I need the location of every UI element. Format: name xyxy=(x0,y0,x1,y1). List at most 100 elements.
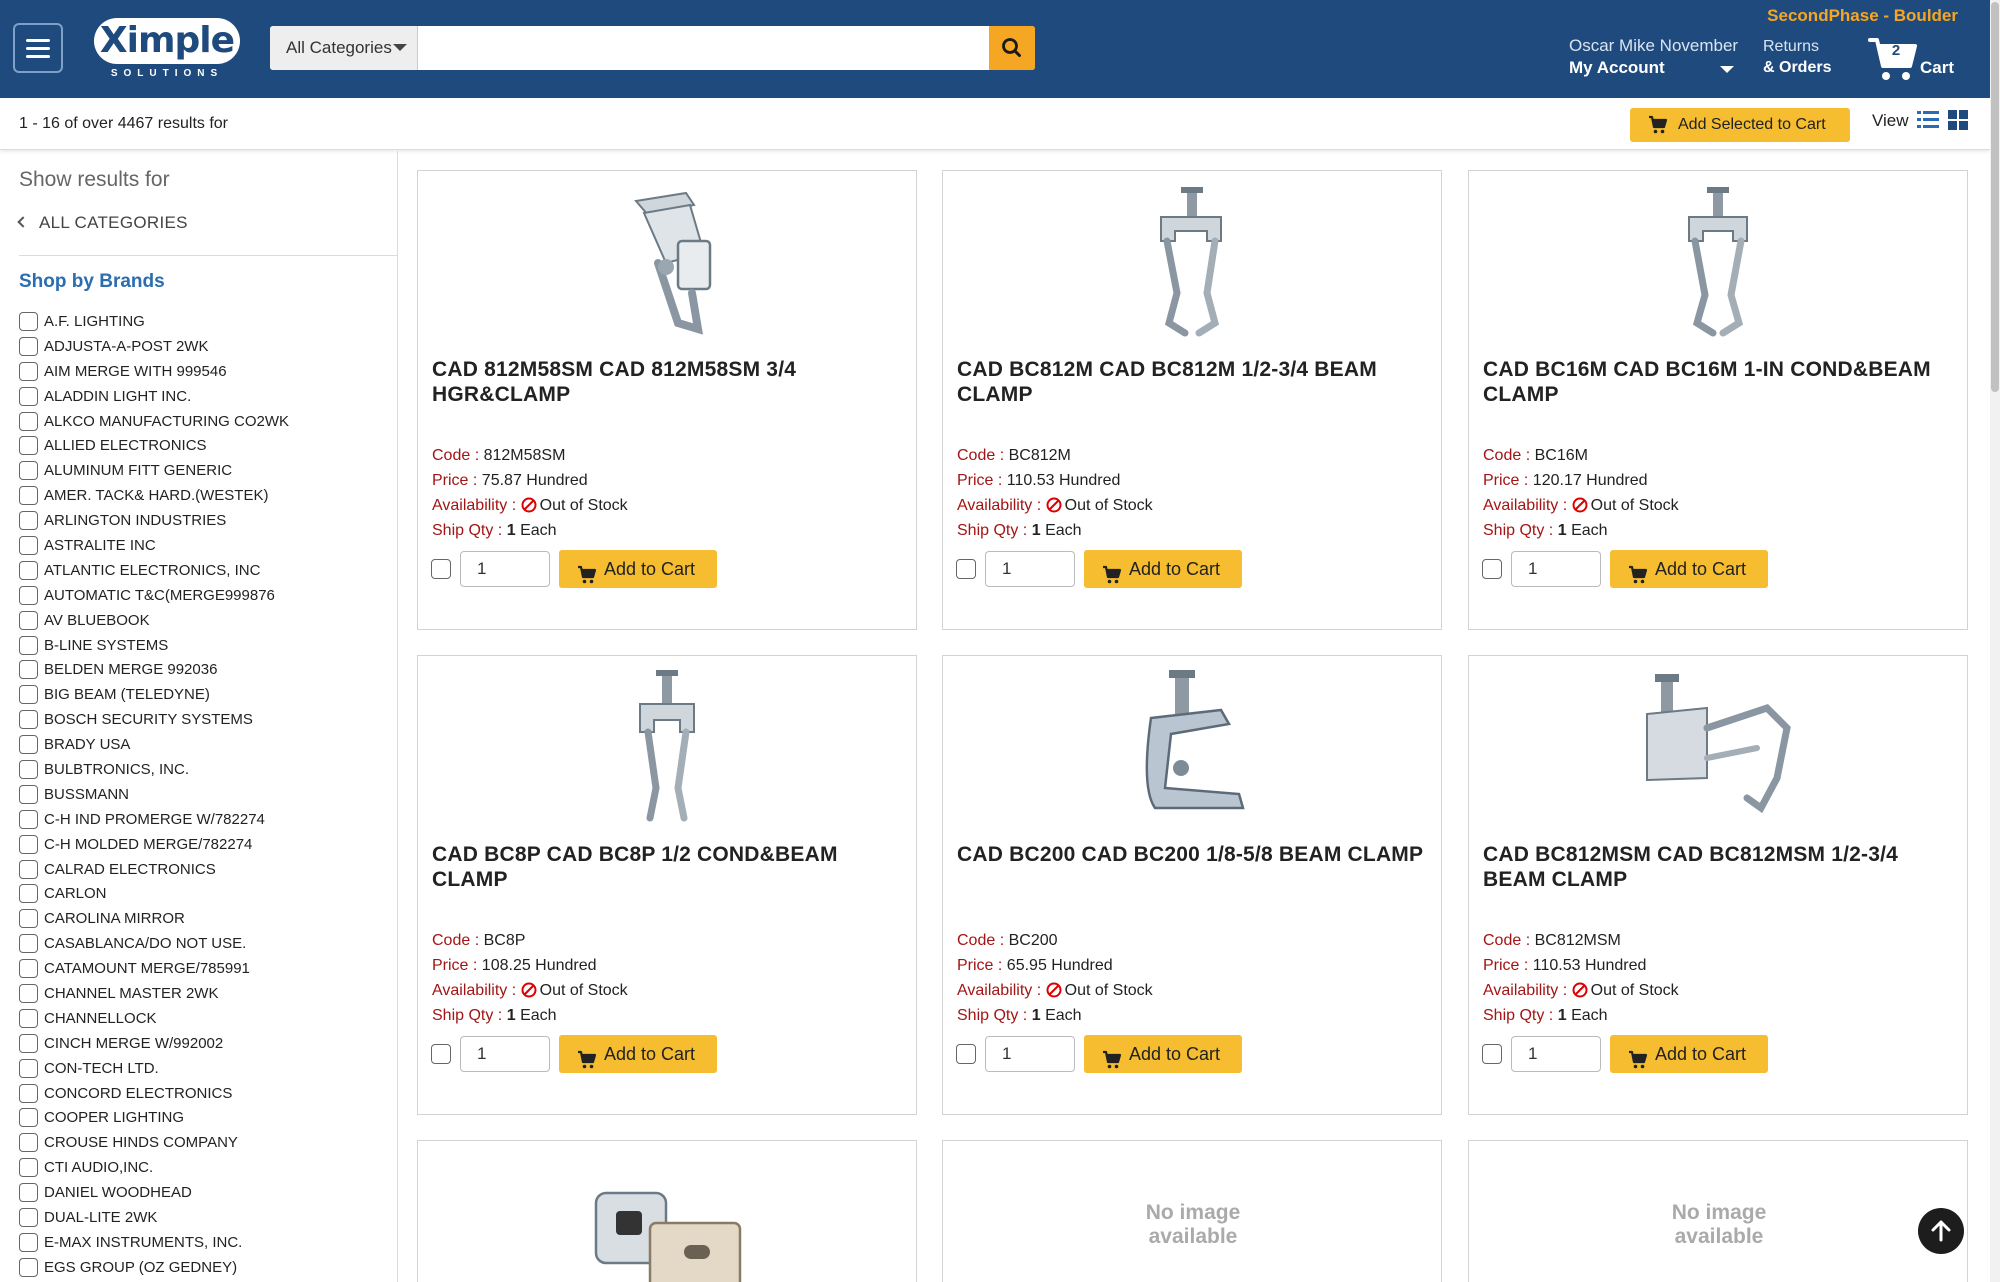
brand-filter-item[interactable]: CHANNELLOCK xyxy=(19,1006,289,1031)
brand-checkbox[interactable] xyxy=(19,1108,38,1128)
product-image[interactable] xyxy=(1637,668,1801,832)
brand-checkbox[interactable] xyxy=(19,983,38,1003)
brand-checkbox[interactable] xyxy=(19,710,38,730)
select-product-checkbox[interactable] xyxy=(431,1044,451,1064)
brand-checkbox[interactable] xyxy=(19,859,38,879)
brand-filter-item[interactable]: ADJUSTA-A-POST 2WK xyxy=(19,334,289,359)
account-menu[interactable]: Oscar Mike November My Account xyxy=(1569,36,1738,78)
menu-button[interactable] xyxy=(13,23,63,73)
brand-checkbox[interactable] xyxy=(19,660,38,680)
brand-checkbox[interactable] xyxy=(19,386,38,406)
product-image[interactable] xyxy=(1111,183,1275,347)
brand-filter-item[interactable]: AIM MERGE WITH 999546 xyxy=(19,359,289,384)
select-product-checkbox[interactable] xyxy=(1482,1044,1502,1064)
search-category-select[interactable]: All Categories xyxy=(270,26,418,70)
brand-filter-item[interactable]: ALADDIN LIGHT INC. xyxy=(19,384,289,409)
product-image[interactable] xyxy=(586,183,750,347)
brand-checkbox[interactable] xyxy=(19,884,38,904)
quantity-input[interactable] xyxy=(1511,1036,1601,1072)
brand-checkbox[interactable] xyxy=(19,909,38,929)
brand-filter-item[interactable]: EGS GROUP (OZ GEDNEY) xyxy=(19,1255,289,1280)
brand-checkbox[interactable] xyxy=(19,759,38,779)
brand-filter-item[interactable]: DUAL-LITE 2WK xyxy=(19,1205,289,1230)
brand-filter-item[interactable]: ATLANTIC ELECTRONICS, INC xyxy=(19,558,289,583)
brand-checkbox[interactable] xyxy=(19,834,38,854)
back-to-top-button[interactable] xyxy=(1918,1208,1964,1254)
scrollbar-thumb[interactable] xyxy=(1991,2,1999,392)
select-product-checkbox[interactable] xyxy=(956,559,976,579)
search-button[interactable] xyxy=(989,26,1035,70)
product-image[interactable] xyxy=(586,1153,750,1282)
add-to-cart-button[interactable]: Add to Cart xyxy=(559,550,717,588)
brand-filter-item[interactable]: ALLIED ELECTRONICS xyxy=(19,433,289,458)
brand-filter-item[interactable]: CON-TECH LTD. xyxy=(19,1056,289,1081)
brand-filter-item[interactable]: AV BLUEBOOK xyxy=(19,608,289,633)
brand-filter-item[interactable]: CTI AUDIO,INC. xyxy=(19,1155,289,1180)
brand-filter-item[interactable]: ALUMINUM FITT GENERIC xyxy=(19,458,289,483)
brand-checkbox[interactable] xyxy=(19,1232,38,1252)
brand-filter-item[interactable]: CINCH MERGE W/992002 xyxy=(19,1031,289,1056)
search-input[interactable] xyxy=(419,26,989,70)
brand-filter-item[interactable]: BRADY USA xyxy=(19,732,289,757)
brand-checkbox[interactable] xyxy=(19,461,38,481)
brand-checkbox[interactable] xyxy=(19,560,38,580)
brand-filter-item[interactable]: BOSCH SECURITY SYSTEMS xyxy=(19,707,289,732)
brand-filter-item[interactable]: DANIEL WOODHEAD xyxy=(19,1180,289,1205)
brand-checkbox[interactable] xyxy=(19,585,38,605)
product-title[interactable]: CAD BC8P CAD BC8P 1/2 COND&BEAM CLAMP xyxy=(432,842,902,892)
brand-checkbox[interactable] xyxy=(19,1208,38,1227)
brand-filter-item[interactable]: C-H MOLDED MERGE/782274 xyxy=(19,832,289,857)
add-to-cart-button[interactable]: Add to Cart xyxy=(559,1035,717,1073)
brand-filter-item[interactable]: AUTOMATIC T&C(MERGE999876 xyxy=(19,583,289,608)
quantity-input[interactable] xyxy=(985,551,1075,587)
all-categories-link[interactable]: ALL CATEGORIES xyxy=(17,213,188,233)
add-to-cart-button[interactable]: Add to Cart xyxy=(1084,1035,1242,1073)
product-image[interactable] xyxy=(1111,668,1275,832)
brand-filter-item[interactable]: AMER. TACK& HARD.(WESTEK) xyxy=(19,483,289,508)
select-product-checkbox[interactable] xyxy=(1482,559,1502,579)
quantity-input[interactable] xyxy=(985,1036,1075,1072)
add-to-cart-button[interactable]: Add to Cart xyxy=(1610,550,1768,588)
brand-checkbox[interactable] xyxy=(19,685,38,705)
brand-checkbox[interactable] xyxy=(19,1008,38,1028)
brand-checkbox[interactable] xyxy=(19,361,38,381)
brand-filter-item[interactable]: COOPER LIGHTING xyxy=(19,1106,289,1131)
brand-filter-item[interactable]: CROUSE HINDS COMPANY xyxy=(19,1130,289,1155)
cart-button[interactable]: 2 Cart xyxy=(1868,34,1968,84)
brand-checkbox[interactable] xyxy=(19,784,38,804)
select-product-checkbox[interactable] xyxy=(956,1044,976,1064)
brand-filter-item[interactable]: ALKCO MANUFACTURING CO2WK xyxy=(19,409,289,434)
brand-checkbox[interactable] xyxy=(19,1058,38,1078)
quantity-input[interactable] xyxy=(460,1036,550,1072)
quantity-input[interactable] xyxy=(1511,551,1601,587)
add-to-cart-button[interactable]: Add to Cart xyxy=(1610,1035,1768,1073)
grid-view-icon[interactable] xyxy=(1947,109,1969,131)
list-view-icon[interactable] xyxy=(1917,109,1939,131)
brand-filter-item[interactable]: ASTRALITE INC xyxy=(19,533,289,558)
brand-filter-item[interactable]: BUSSMANN xyxy=(19,782,289,807)
brand-checkbox[interactable] xyxy=(19,511,38,531)
site-logo[interactable]: Ximple SOLUTIONS xyxy=(94,18,240,84)
brand-filter-item[interactable]: A.F. LIGHTING xyxy=(19,309,289,334)
brand-checkbox[interactable] xyxy=(19,1257,38,1277)
product-title[interactable]: CAD BC812MSM CAD BC812MSM 1/2-3/4 BEAM C… xyxy=(1483,842,1953,892)
product-title[interactable]: CAD 812M58SM CAD 812M58SM 3/4 HGR&CLAMP xyxy=(432,357,902,407)
brand-checkbox[interactable] xyxy=(19,610,38,630)
brand-checkbox[interactable] xyxy=(19,535,38,555)
brand-filter-item[interactable]: CONCORD ELECTRONICS xyxy=(19,1081,289,1106)
product-image[interactable] xyxy=(586,668,750,832)
brand-checkbox[interactable] xyxy=(19,311,38,331)
brand-checkbox[interactable] xyxy=(19,1083,38,1103)
brand-filter-item[interactable]: C-H IND PROMERGE W/782274 xyxy=(19,807,289,832)
brand-checkbox[interactable] xyxy=(19,809,38,829)
brand-checkbox[interactable] xyxy=(19,635,38,655)
brand-filter-item[interactable]: BIG BEAM (TELEDYNE) xyxy=(19,682,289,707)
product-image[interactable] xyxy=(1637,183,1801,347)
returns-orders-link[interactable]: Returns & Orders xyxy=(1763,38,1831,77)
add-to-cart-button[interactable]: Add to Cart xyxy=(1084,550,1242,588)
brand-checkbox[interactable] xyxy=(19,411,38,431)
product-title[interactable]: CAD BC200 CAD BC200 1/8-5/8 BEAM CLAMP xyxy=(957,842,1427,867)
brand-checkbox[interactable] xyxy=(19,336,38,356)
brand-checkbox[interactable] xyxy=(19,1158,38,1178)
brand-filter-item[interactable]: BULBTRONICS, INC. xyxy=(19,757,289,782)
